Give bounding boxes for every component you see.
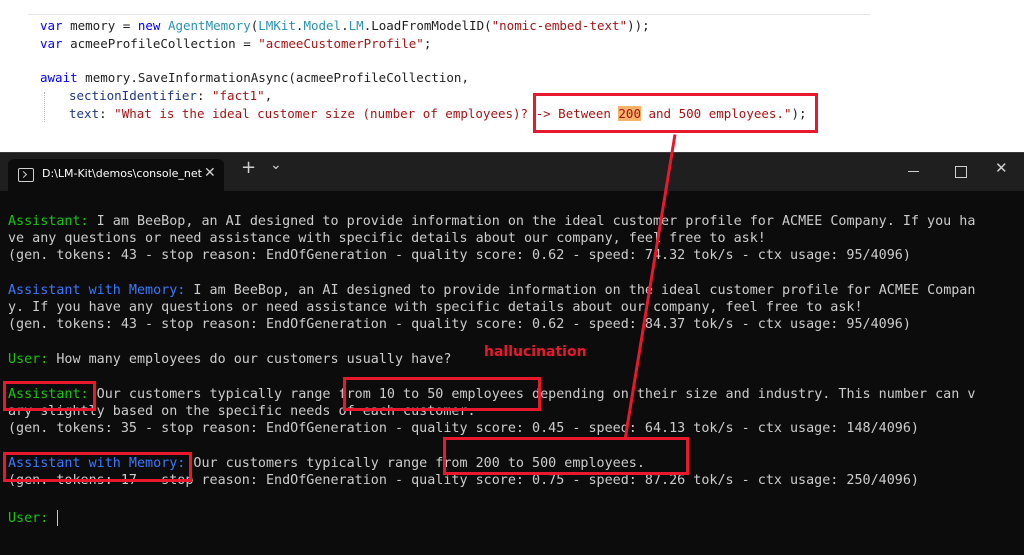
code-token: ; xyxy=(423,36,432,51)
code-token: AgentMemory xyxy=(167,18,251,33)
code-token: memory.SaveInformationAsync(acmeeProfile… xyxy=(77,70,469,85)
annotation-box-assistant-label xyxy=(3,381,96,411)
hallucination-label: hallucination xyxy=(484,344,587,360)
terminal-prompt-line[interactable]: User: xyxy=(8,510,48,527)
terminal-line: Assistant with Memory: I am BeeBop, an A… xyxy=(8,282,975,299)
code-token: : xyxy=(99,106,115,121)
terminal-text: I am BeeBop, an AI designed to provide i… xyxy=(185,283,976,298)
terminal-line: Assistant: I am BeeBop, an AI designed t… xyxy=(8,213,975,230)
code-line-1: var memory = new AgentMemory(LMKit.Model… xyxy=(40,18,650,34)
terminal-line: (gen. tokens: 43 - stop reason: EndOfGen… xyxy=(8,317,911,332)
console-icon xyxy=(18,168,34,182)
terminal-line: User: How many employees do our customer… xyxy=(8,351,451,368)
code-token: LM xyxy=(348,18,364,33)
annotation-box-memory-label xyxy=(3,452,192,482)
code-token: .LoadFromModelID( xyxy=(363,18,492,33)
new-tab-button[interactable]: + xyxy=(241,157,256,178)
code-token: var xyxy=(40,18,63,33)
code-token: var xyxy=(40,36,63,51)
code-token: "acmeeCustomerProfile" xyxy=(258,36,424,51)
code-token: : xyxy=(196,88,212,103)
code-line-2: var acmeeProfileCollection = "acmeeCusto… xyxy=(40,36,431,52)
code-token: text xyxy=(69,106,100,121)
terminal-text: How many employees do our customers usua… xyxy=(48,352,452,367)
code-token: memory = xyxy=(62,18,138,33)
indent-guide xyxy=(44,92,45,122)
code-token: "nomic-embed-text" xyxy=(491,18,628,33)
window-close-button[interactable]: ✕ xyxy=(995,159,1008,177)
code-token: LMKit xyxy=(258,18,296,33)
code-token: new xyxy=(137,18,161,33)
chevron-down-icon[interactable]: ⌄ xyxy=(270,157,282,173)
user-label: User: xyxy=(8,511,49,526)
annotation-box-code-fact xyxy=(533,93,818,133)
code-token: await xyxy=(40,70,78,85)
code-editor-snippet: var memory = new AgentMemory(LMKit.Model… xyxy=(0,0,1024,150)
code-token: )); xyxy=(627,18,650,33)
text-cursor xyxy=(57,510,58,526)
code-token: . xyxy=(341,18,349,33)
assistant-memory-label: Assistant with Memory: xyxy=(8,283,186,298)
user-label: User: xyxy=(8,352,49,367)
annotation-box-memory-answer xyxy=(443,437,689,475)
code-token: sectionIdentifier xyxy=(69,88,197,103)
terminal-line: ve any questions or need assistance with… xyxy=(8,231,766,246)
terminal-line: y. If you have any questions or need ass… xyxy=(8,300,863,315)
terminal-text: I am BeeBop, an AI designed to provide i… xyxy=(88,214,976,229)
minimize-button[interactable] xyxy=(908,171,919,172)
code-token: Model xyxy=(303,18,342,33)
editor-line-highlight xyxy=(28,14,870,15)
annotation-box-hallucination xyxy=(343,377,541,411)
terminal-line: (gen. tokens: 35 - stop reason: EndOfGen… xyxy=(8,421,919,436)
code-token: , xyxy=(264,88,273,103)
terminal-titlebar: D:\LM-Kit\demos\console_net ✕ + ⌄ ✕ xyxy=(0,153,1024,191)
terminal-tab[interactable]: D:\LM-Kit\demos\console_net ✕ xyxy=(8,159,224,191)
code-token: "fact1" xyxy=(212,88,265,103)
assistant-label: Assistant: xyxy=(8,214,89,229)
tab-close-icon[interactable]: ✕ xyxy=(204,165,216,181)
code-token: acmeeProfileCollection = xyxy=(62,36,259,51)
tab-title: D:\LM-Kit\demos\console_net xyxy=(42,167,202,180)
code-line-4: sectionIdentifier: "fact1", xyxy=(69,88,272,104)
code-line-3: await memory.SaveInformationAsync(acmeeP… xyxy=(40,70,469,86)
terminal-line: (gen. tokens: 43 - stop reason: EndOfGen… xyxy=(8,248,911,263)
maximize-button[interactable] xyxy=(955,166,967,178)
